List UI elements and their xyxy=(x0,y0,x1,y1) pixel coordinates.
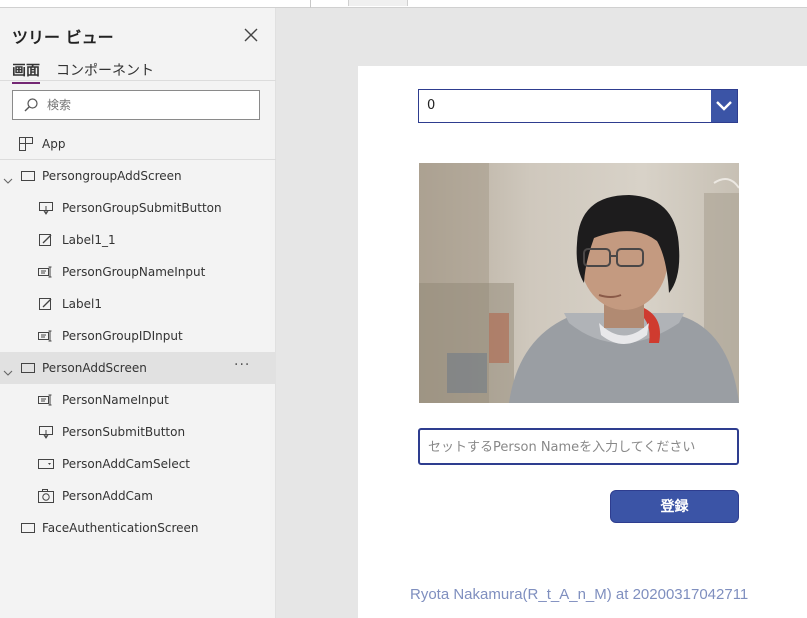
tree-item-label1-1[interactable]: Label1_1 xyxy=(0,224,276,256)
text-input-icon xyxy=(38,328,54,344)
tree-item-persongroupsubmitbutton[interactable]: PersonGroupSubmitButton xyxy=(0,192,276,224)
text-input-icon xyxy=(38,264,54,280)
chevron-down-icon[interactable] xyxy=(3,363,13,376)
label-edit-icon xyxy=(38,232,54,248)
tree-item-label: PersonAddCam xyxy=(62,489,153,503)
chevron-down-icon[interactable] xyxy=(3,171,13,184)
screen-icon xyxy=(20,360,36,376)
tree-item-personaddscreen[interactable]: PersonAddScreen ··· xyxy=(0,352,276,384)
tree-item-label: PersonAddCamSelect xyxy=(62,457,190,471)
tree-item-personnameinput[interactable]: PersonNameInput xyxy=(0,384,276,416)
tree-item-persongroupnameinput[interactable]: PersonGroupNameInput xyxy=(0,256,276,288)
close-icon[interactable] xyxy=(240,24,262,46)
register-button[interactable]: 登録 xyxy=(610,490,739,523)
tree-item-personsubmitbutton[interactable]: PersonSubmitButton xyxy=(0,416,276,448)
tree-item-personaddcamselect[interactable]: PersonAddCamSelect xyxy=(0,448,276,480)
chevron-down-icon[interactable] xyxy=(711,90,737,122)
tree-item-label: App xyxy=(42,137,66,151)
watermark-text: Ryota Nakamura(R_t_A_n_M) at 20200317042… xyxy=(410,586,749,603)
camera-image xyxy=(419,163,739,403)
tree-item-label: PersonSubmitButton xyxy=(62,425,186,439)
tree-item-label: FaceAuthenticationScreen xyxy=(42,521,199,535)
top-strip-divider xyxy=(310,0,311,8)
tab-screens[interactable]: 画面 xyxy=(12,60,40,84)
more-options-icon[interactable]: ··· xyxy=(234,357,250,373)
tab-divider xyxy=(0,80,276,81)
camera-feed[interactable] xyxy=(419,163,739,403)
tree-item-label: PersonGroupSubmitButton xyxy=(62,201,222,215)
dropdown-icon xyxy=(38,456,54,472)
tab-components[interactable]: コンポーネント xyxy=(56,60,154,80)
text-input-icon xyxy=(38,392,54,408)
tree-item-personaddcam[interactable]: PersonAddCam xyxy=(0,480,276,512)
tree-item-label: PersongroupAddScreen xyxy=(42,169,182,183)
search-icon xyxy=(23,97,39,113)
panel-title: ツリー ビュー xyxy=(12,28,114,47)
top-strip-tab[interactable] xyxy=(348,0,408,6)
label-edit-icon xyxy=(38,296,54,312)
tree-item-label: PersonNameInput xyxy=(62,393,169,407)
tree-item-label1[interactable]: Label1 xyxy=(0,288,276,320)
screen-canvas: 0 セットするPerson Nameを入力してください 登録 xyxy=(358,66,807,618)
camera-select-dropdown[interactable]: 0 xyxy=(418,89,738,123)
app-icon xyxy=(18,136,34,152)
search-box[interactable] xyxy=(12,90,260,120)
tree-item-persongroupaddscreen[interactable]: PersongroupAddScreen xyxy=(0,160,276,192)
person-name-input[interactable] xyxy=(428,438,728,456)
screen-icon xyxy=(20,520,36,536)
tree-view-panel: ツリー ビュー 画面 コンポーネント App PersongroupAddScr… xyxy=(0,8,276,618)
button-icon xyxy=(38,200,54,216)
button-icon xyxy=(38,424,54,440)
tree-item-faceauthenticationscreen[interactable]: FaceAuthenticationScreen xyxy=(0,512,276,544)
tree-item-label: Label1_1 xyxy=(62,233,116,247)
search-input[interactable] xyxy=(47,95,247,115)
person-name-field[interactable] xyxy=(418,428,739,465)
tree-item-app[interactable]: App xyxy=(0,132,276,158)
tree-item-label: PersonGroupIDInput xyxy=(62,329,183,343)
tree-item-label: Label1 xyxy=(62,297,103,311)
tree-item-label: PersonGroupNameInput xyxy=(62,265,206,279)
top-strip xyxy=(0,0,807,8)
tree-item-persongroupidinput[interactable]: PersonGroupIDInput xyxy=(0,320,276,352)
tree-item-label: PersonAddScreen xyxy=(42,361,147,375)
camera-icon xyxy=(38,488,54,504)
dropdown-value: 0 xyxy=(427,98,436,113)
screen-icon xyxy=(20,168,36,184)
